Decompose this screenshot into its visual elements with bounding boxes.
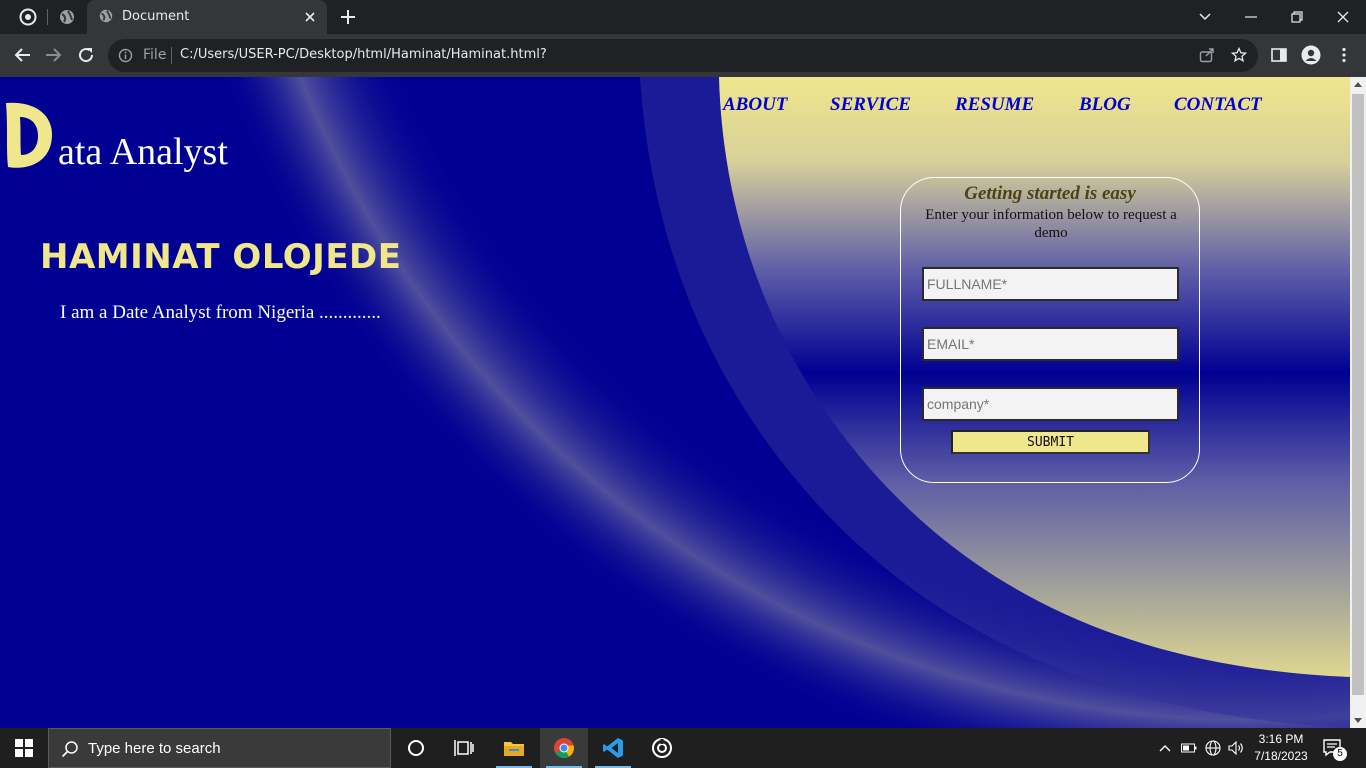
more-menu-icon[interactable] [1333,44,1355,66]
reload-icon[interactable] [75,44,97,66]
submit-button[interactable]: SUBMIT [951,430,1150,454]
nav-link-blog[interactable]: BLOG [1079,94,1131,116]
network-globe-icon[interactable] [1205,740,1221,756]
side-panel-icon[interactable] [1268,44,1290,66]
browser-toolbar: File C:/Users/USER-PC/Desktop/html/Hamin… [0,34,1366,77]
info-icon[interactable] [118,48,133,68]
tab-separator [47,9,48,25]
bookmark-star-icon[interactable] [1228,44,1250,66]
close-tab-icon[interactable] [303,10,317,24]
chrome-taskbar-icon[interactable] [540,728,588,768]
hero-tagline: I am a Date Analyst from Nigeria .......… [60,302,381,323]
company-input[interactable] [922,387,1179,421]
minimize-icon[interactable] [1228,0,1274,34]
page-viewport: ata Analyst ABOUT SERVICE RESUME BLOG CO… [0,77,1350,728]
file-explorer-icon[interactable] [490,728,538,768]
volume-icon[interactable] [1228,740,1244,756]
taskbar-search-box[interactable]: Type here to search [48,728,391,768]
url-text[interactable]: C:/Users/USER-PC/Desktop/html/Haminat/Ha… [180,47,547,62]
profile-avatar-icon[interactable] [1300,44,1322,66]
scroll-up-arrow-icon[interactable] [1354,82,1362,87]
logo-text: ata Analyst [58,131,228,173]
demo-request-form: Getting started is easy Enter your infor… [900,177,1200,483]
address-bar[interactable]: File C:/Users/USER-PC/Desktop/html/Hamin… [108,39,1258,72]
system-clock[interactable]: 3:16 PM 7/18/2023 [1250,731,1312,765]
form-heading: Getting started is easy [964,183,1136,204]
search-icon [61,740,79,763]
tab-title: Document [122,9,190,24]
browser-tab-strip: Document [0,0,1366,34]
tab-document[interactable]: Document [87,0,327,34]
tab-search-chevron-icon[interactable] [1182,0,1228,34]
obs-target-icon[interactable] [638,728,686,768]
battery-icon[interactable] [1181,740,1197,756]
notification-count-badge: 5 [1333,747,1347,761]
globe-icon [98,8,116,26]
restore-icon[interactable] [1274,0,1320,34]
cortana-icon[interactable] [392,728,440,768]
url-scheme-label: File [143,47,167,63]
show-hidden-icons-chevron-icon[interactable] [1157,740,1173,756]
page-scrollbar[interactable] [1350,77,1366,728]
vscode-icon[interactable] [589,728,637,768]
search-placeholder: Type here to search [88,740,221,757]
task-view-icon[interactable] [440,728,488,768]
new-tab-icon[interactable] [339,8,357,26]
email-input[interactable] [922,327,1179,361]
back-arrow-icon[interactable] [11,44,33,66]
windows-start-icon[interactable] [0,728,48,768]
clock-time: 3:16 PM [1258,732,1304,746]
nav-link-service[interactable]: SERVICE [830,94,911,116]
nav-link-contact[interactable]: CONTACT [1174,94,1262,116]
form-subheading: Enter your information below to request … [925,207,1177,241]
url-separator [171,47,172,64]
nav-link-resume[interactable]: RESUME [955,94,1034,116]
fullname-input[interactable] [922,267,1179,301]
clock-date: 7/18/2023 [1254,749,1308,763]
scrollbar-thumb[interactable] [1352,94,1364,695]
hero-name-heading: HAMINAT OLOJEDE [40,237,402,277]
forward-arrow-icon[interactable] [43,44,65,66]
nav-link-about[interactable]: ABOUT [723,94,787,116]
scroll-down-arrow-icon[interactable] [1354,718,1362,723]
globe-tab-icon[interactable] [58,8,76,26]
share-icon[interactable] [1196,44,1218,66]
chrome-menu-icon[interactable] [19,8,37,26]
windows-taskbar: Type here to search 3:16 PM 7/18/2023 5 [0,728,1366,768]
close-window-icon[interactable] [1320,0,1366,34]
logo-letter-d [6,102,52,168]
